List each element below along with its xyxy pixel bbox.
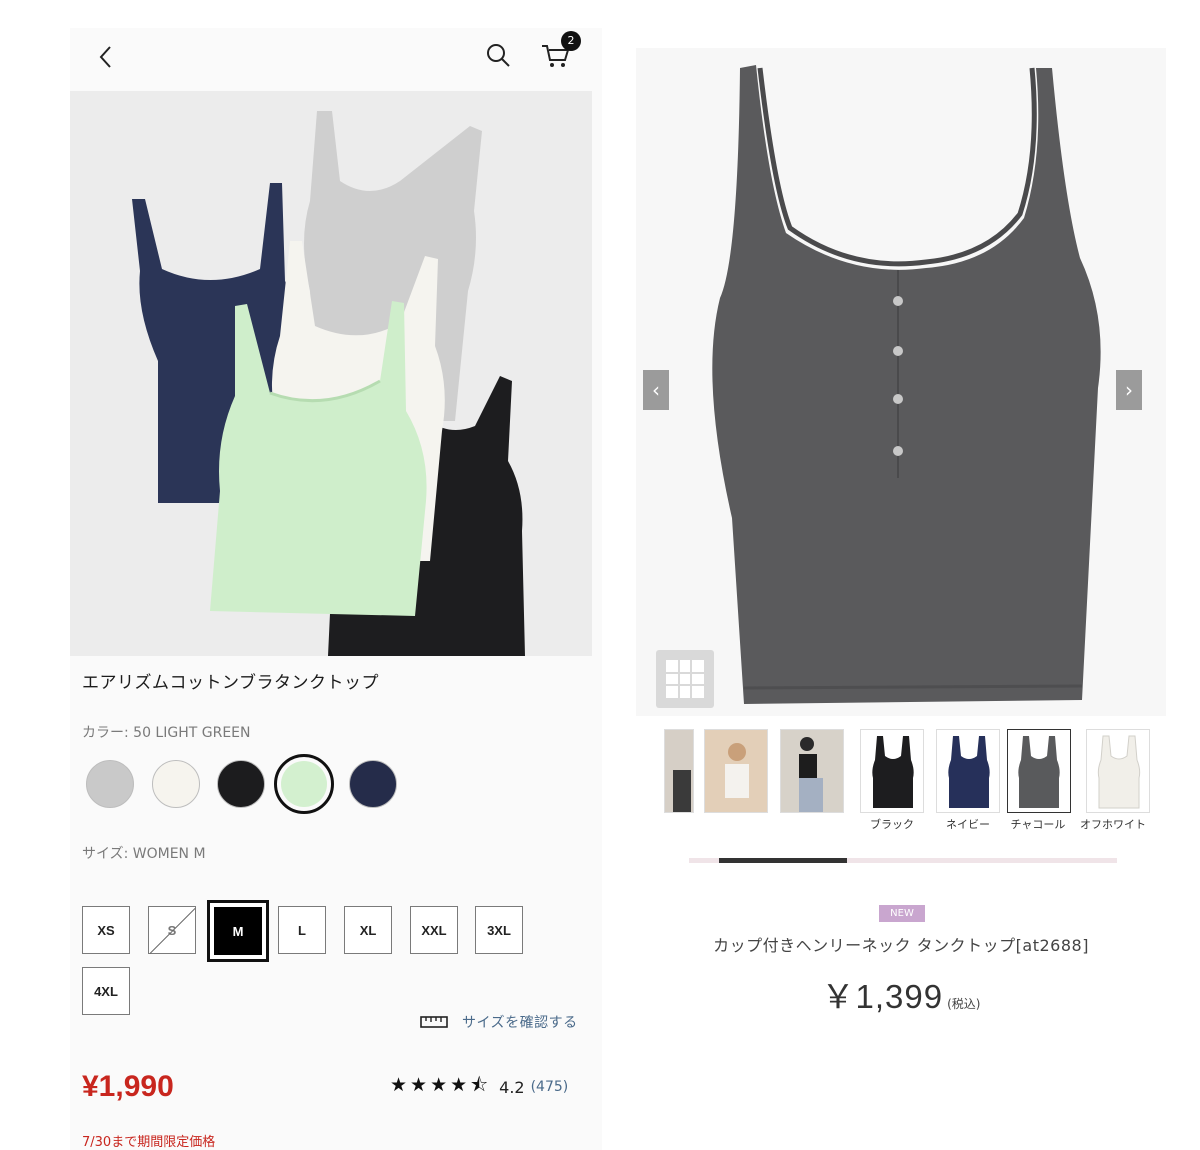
size-label: サイズ: WOMEN M xyxy=(82,846,206,862)
promo-note: 7/30まで期間限定価格 xyxy=(82,1135,216,1150)
thumbnail-scrollbar-thumb[interactable] xyxy=(719,858,847,863)
color-swatch-light-green[interactable] xyxy=(274,754,334,814)
thumbnail-model-2[interactable] xyxy=(704,729,768,813)
size-button-4xl[interactable]: 4XL xyxy=(82,967,130,1015)
thumbnail-label-off-white: オフホワイト xyxy=(1080,818,1146,831)
price: ¥1,990 xyxy=(82,1070,174,1103)
color-swatch-black[interactable] xyxy=(217,760,265,808)
color-swatch-gray[interactable] xyxy=(86,760,134,808)
price-2: ￥1,399 (税込) xyxy=(636,970,1166,1018)
gallery-grid-button[interactable] xyxy=(656,650,714,708)
chevron-right-icon: › xyxy=(1125,378,1133,402)
thumbnail-model-3[interactable] xyxy=(780,729,844,813)
top-navigation-bar: 2 xyxy=(70,28,602,90)
review-count-link[interactable]: (475) xyxy=(531,1079,569,1095)
uniqlo-product-panel: 2 エアリズムコットンブラタンクトップ カラー: 50 LIGHT GREEN … xyxy=(70,28,602,1150)
color-swatch-list xyxy=(82,754,602,816)
thumbnail-black[interactable] xyxy=(860,729,924,813)
new-badge: NEW xyxy=(879,905,925,922)
thumbnail-label-navy: ネイビー xyxy=(946,818,990,831)
cart-count-badge: 2 xyxy=(561,31,581,51)
main-product-image: ‹ › xyxy=(636,48,1166,716)
size-button-xxl[interactable]: XXL xyxy=(410,906,458,954)
product-title-2: カップ付きヘンリーネック タンクトップ[at2688] xyxy=(713,936,1089,955)
size-button-l[interactable]: L xyxy=(278,906,326,954)
rating-value: 4.2 xyxy=(499,1077,525,1097)
thumbnail-navy[interactable] xyxy=(936,729,1000,813)
thumbnail-off-white[interactable] xyxy=(1086,729,1150,813)
star-rating-icon: ★★★★⯪ xyxy=(390,1074,492,1096)
search-icon[interactable] xyxy=(484,41,512,69)
thumbnail-charcoal[interactable] xyxy=(1007,729,1071,813)
size-button-s[interactable]: S xyxy=(148,906,196,954)
carousel-prev-button[interactable]: ‹ xyxy=(643,370,669,410)
size-button-xs[interactable]: XS xyxy=(82,906,130,954)
size-guide-link[interactable]: サイズを確認する xyxy=(420,1010,578,1034)
size-button-xl[interactable]: XL xyxy=(344,906,392,954)
thumbnail-label-black: ブラック xyxy=(870,818,914,831)
product-hero-image xyxy=(70,91,592,656)
price-2-value: ￥1,399 xyxy=(821,978,944,1015)
size-button-3xl[interactable]: 3XL xyxy=(475,906,523,954)
product-title: エアリズムコットンブラタンクトップ xyxy=(82,673,379,693)
color-swatch-off-white[interactable] xyxy=(152,760,200,808)
thumbnail-label-charcoal: チャコール xyxy=(1010,818,1066,831)
rating[interactable]: ★★★★⯪ 4.2 (475) xyxy=(390,1071,568,1103)
size-guide-text[interactable]: サイズを確認する xyxy=(462,1012,578,1032)
carousel-next-button[interactable]: › xyxy=(1116,370,1142,410)
chevron-left-icon: ‹ xyxy=(652,378,660,402)
size-button-label: M xyxy=(214,907,262,955)
thumbnail-model-1[interactable] xyxy=(664,729,694,813)
second-product-panel: ‹ › ブラック ネイビー チャコール オフホワイト NEW カップ付きヘンリー… xyxy=(636,48,1166,1028)
tax-note: (税込) xyxy=(947,997,981,1011)
color-swatch-navy[interactable] xyxy=(349,760,397,808)
grid-icon xyxy=(666,660,704,698)
ruler-icon xyxy=(420,1016,448,1028)
color-label: カラー: 50 LIGHT GREEN xyxy=(82,725,251,741)
back-chevron-icon[interactable] xyxy=(94,42,120,72)
size-button-m[interactable]: M xyxy=(207,900,269,962)
